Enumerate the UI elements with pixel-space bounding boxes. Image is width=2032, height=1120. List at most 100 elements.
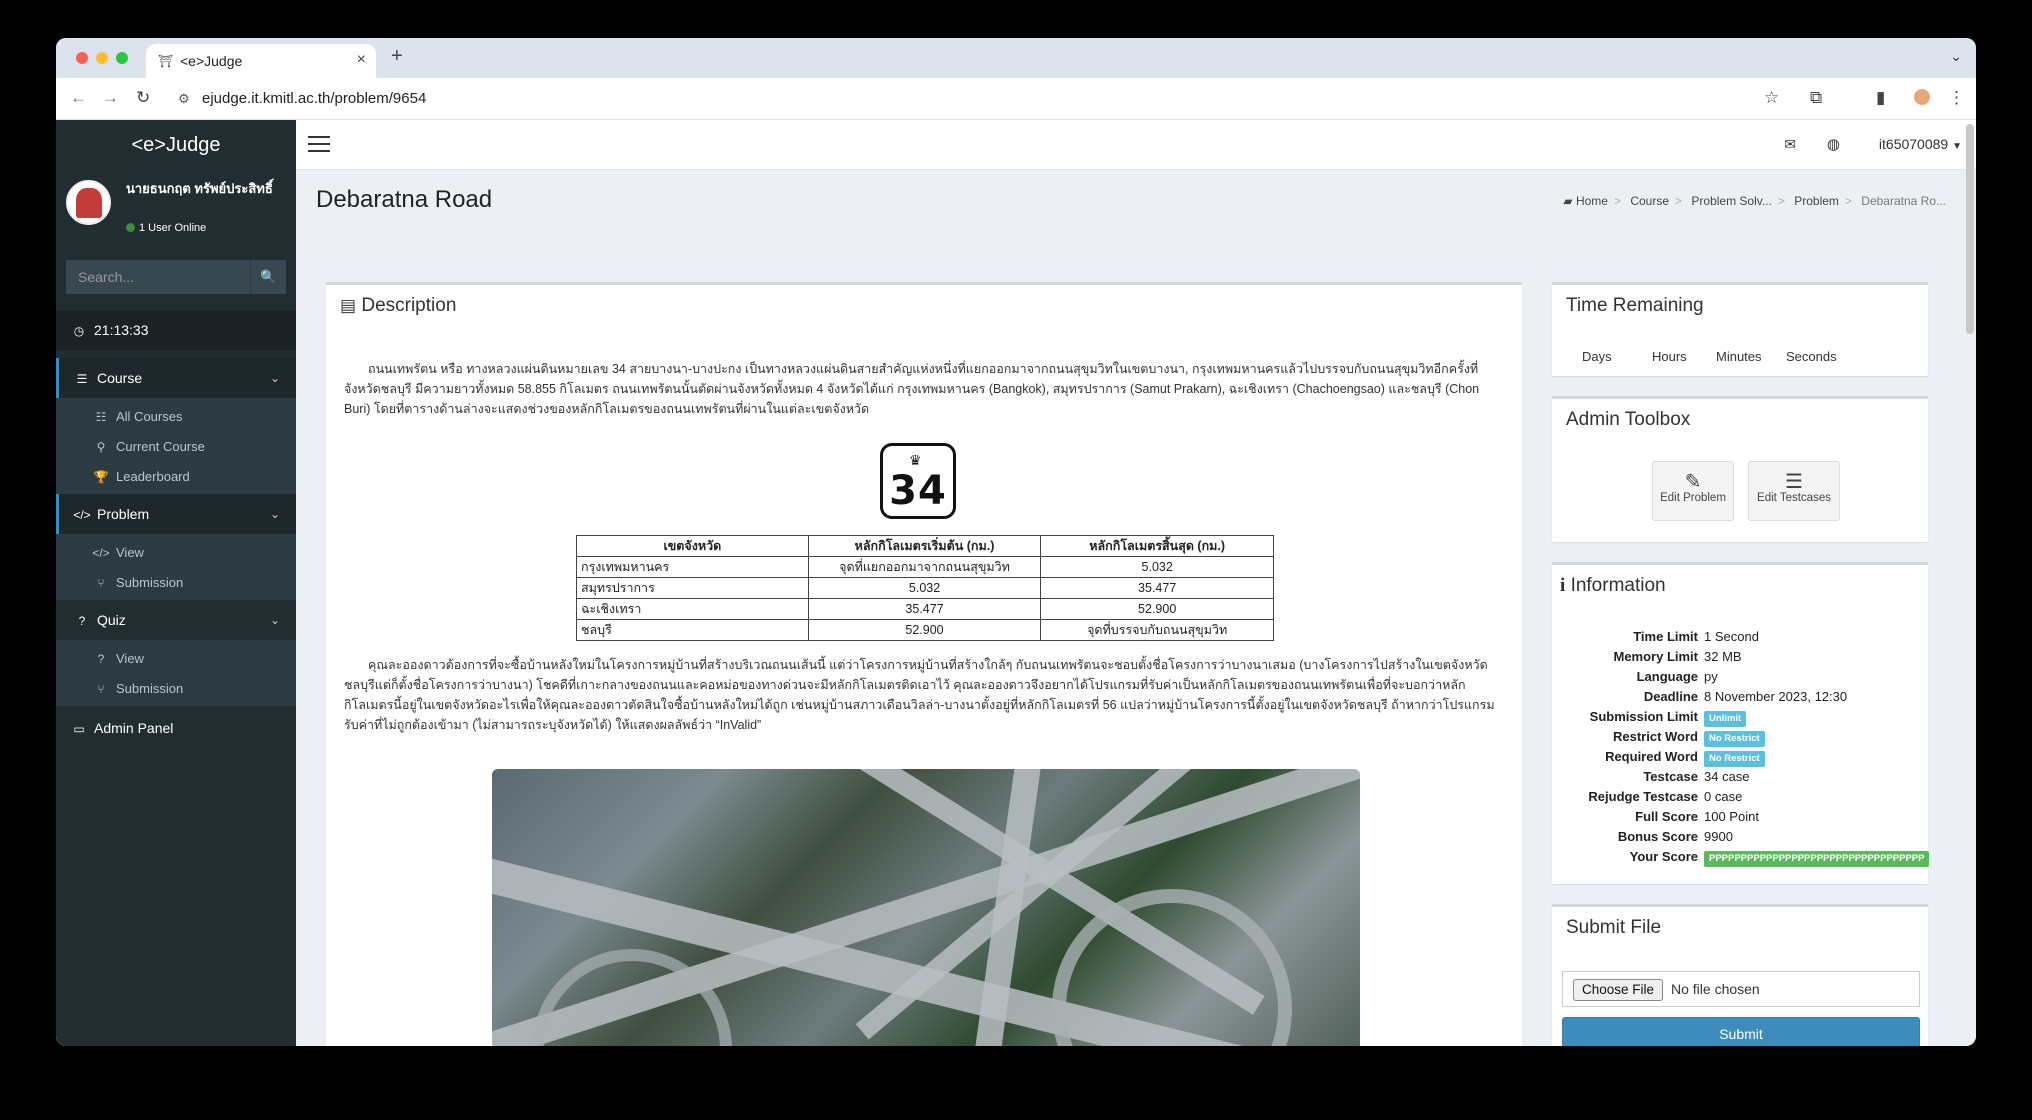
table-cell: 35.477: [1040, 577, 1274, 599]
sidebar-item-quiz-view[interactable]: ? View: [56, 644, 296, 674]
online-status: 1 User Online: [126, 222, 206, 234]
info-label: Deadline: [1643, 689, 1698, 704]
submit-file-title: Submit File: [1566, 917, 1662, 938]
sidebar-item-label: Course: [97, 370, 143, 386]
table-cell: 52.900: [807, 619, 1042, 641]
search-icon[interactable]: 🔍: [250, 260, 286, 294]
reload-icon[interactable]: ↻: [136, 88, 150, 108]
chevron-down-icon: ⌄: [269, 507, 280, 521]
extensions-icon[interactable]: ⧉: [1810, 88, 1822, 108]
submit-button[interactable]: Submit: [1562, 1017, 1920, 1046]
description-title: ▤ Description: [340, 295, 456, 317]
address-bar[interactable]: ⚙ ejudge.it.kmitl.ac.th/problem/9654: [174, 84, 1900, 114]
app-logo[interactable]: <e>Judge: [56, 120, 296, 170]
map-marker-icon: ⚲: [96, 440, 106, 454]
mail-icon[interactable]: ✉: [1784, 136, 1796, 153]
caret-down-icon: ▼: [1952, 141, 1962, 152]
status-dot-icon: [126, 223, 135, 232]
table-cell: 5.032: [1040, 556, 1274, 578]
sidebar-item-course[interactable]: ☰ Course ⌄: [56, 358, 296, 398]
admin-toolbox-title: Admin Toolbox: [1566, 409, 1691, 430]
sidebar-item-current-course[interactable]: ⚲ Current Course: [56, 432, 296, 462]
globe-icon[interactable]: ◍: [1827, 135, 1840, 153]
table-header: หลักกิโลเมตรสิ้นสุด (กม.): [1040, 535, 1274, 557]
info-value: 100 Point: [1704, 809, 1759, 824]
choose-file-button[interactable]: Choose File: [1573, 979, 1664, 1001]
table-row: สมุทรปราการ 5.032 35.477: [576, 577, 1274, 599]
sidebar-item-label: All Courses: [116, 409, 183, 424]
sidebar-item-problem-submission[interactable]: ⑂ Submission: [56, 568, 296, 598]
file-input[interactable]: Choose File No file chosen: [1562, 971, 1920, 1007]
time-remaining-box: Time Remaining Days Hours Minutes Second…: [1552, 282, 1928, 376]
user-menu[interactable]: it65070089 ▼: [1879, 136, 1962, 152]
seconds-label: Seconds: [1786, 349, 1837, 364]
breadcrumb-home[interactable]: Home: [1576, 194, 1608, 208]
forward-icon[interactable]: →: [102, 88, 119, 108]
status-badge: No Restrict: [1704, 731, 1765, 747]
sidebar-item-leaderboard[interactable]: 🏆 Leaderboard: [56, 462, 296, 492]
info-label: Bonus Score: [1617, 829, 1698, 844]
edit-problem-button[interactable]: ✎ Edit Problem: [1652, 461, 1734, 521]
sidebar-item-all-courses[interactable]: ☷ All Courses: [56, 402, 296, 432]
info-value: 1 Second: [1704, 629, 1759, 644]
breadcrumb-problem[interactable]: Problem: [1794, 194, 1839, 208]
sidebar-item-admin-panel[interactable]: ▭ Admin Panel: [56, 708, 296, 748]
url-text[interactable]: ejudge.it.kmitl.ac.th/problem/9654: [202, 90, 426, 107]
site-settings-icon[interactable]: ⚙: [178, 91, 190, 107]
sidebar-item-problem-view[interactable]: </> View: [56, 538, 296, 568]
back-icon[interactable]: ←: [70, 88, 87, 108]
file-status-text: No file chosen: [1671, 981, 1760, 997]
more-menu-icon[interactable]: ⋮: [1948, 88, 1965, 108]
page: <e>Judge นายธนกฤต ทรัพย์ประสิทธิ์ 1 User…: [56, 120, 1976, 1046]
tab-title: <e>Judge: [180, 53, 243, 69]
info-testcase: Testcase 34 case: [1552, 769, 1928, 789]
page-scrollbar[interactable]: [1966, 124, 1974, 334]
page-title: Debaratna Road: [316, 186, 493, 213]
table-cell: ชลบุรี: [576, 619, 809, 641]
score-badge: PPPPPPPPPPPPPPPPPPPPPPPPPPPPPPPPPP: [1704, 851, 1930, 867]
zoom-window-button[interactable]: [116, 52, 128, 64]
sidebar-item-problem[interactable]: </> Problem ⌄: [56, 494, 296, 534]
minimize-window-button[interactable]: [96, 52, 108, 64]
province-table: เขตจังหวัด หลักกิโลเมตรเริ่มต้น (กม.) หล…: [576, 535, 1274, 641]
sidebar-item-label: View: [116, 651, 144, 666]
close-window-button[interactable]: [76, 52, 88, 64]
bookmark-star-icon[interactable]: ☆: [1764, 88, 1779, 108]
route-number: 34: [889, 468, 947, 514]
menu-toggle-icon[interactable]: [308, 136, 330, 152]
breadcrumb-current: Debaratna Ro...: [1861, 194, 1946, 208]
breadcrumb-problem-solving[interactable]: Problem Solv...: [1691, 194, 1771, 208]
table-row: ฉะเชิงเทรา 35.477 52.900: [576, 598, 1274, 620]
search-input[interactable]: [66, 260, 248, 294]
table-cell: กรุงเทพมหานคร: [576, 556, 809, 578]
profile-avatar[interactable]: [1914, 89, 1930, 105]
info-value: 34 case: [1704, 769, 1750, 784]
highway-aerial-image: [492, 769, 1360, 1046]
sidebar-item-quiz-submission[interactable]: ⑂ Submission: [56, 674, 296, 704]
list-icon: ☰: [76, 372, 88, 386]
list-icon: ☷: [95, 410, 107, 424]
table-cell: ฉะเชิงเทรา: [576, 598, 809, 620]
user-panel: นายธนกฤต ทรัพย์ประสิทธิ์ 1 User Online: [56, 170, 296, 240]
close-icon[interactable]: ×: [357, 51, 366, 69]
description-box: ▤ Description ถนนเทพรัตน หรือ ทางหลวงแผ่…: [326, 282, 1522, 1046]
new-tab-button[interactable]: +: [391, 45, 403, 68]
sidebar-item-label: Current Course: [116, 439, 205, 454]
description-title-text: Description: [361, 295, 457, 316]
edit-testcases-button[interactable]: ☰ Edit Testcases: [1748, 461, 1840, 521]
breadcrumb: ▰ Home > Course > Problem Solv... > Problem…: [1563, 194, 1946, 208]
description-paragraph-2: คุณละอองดาวต้องการที่จะซื้อบ้านหลังใหม่ใ…: [344, 658, 1495, 732]
sidebar-search: 🔍: [66, 260, 286, 294]
list-alt-icon: ▤: [340, 296, 357, 315]
info-your-score: Your Score PPPPPPPPPPPPPPPPPPPPPPPPPPPPPP…: [1552, 849, 1930, 869]
browser-window: ⛩ <e>Judge × + ⌄ ← → ↻ ⚙ ejudge.it.kmitl…: [56, 38, 1976, 1046]
side-panel-icon[interactable]: ▮: [1876, 88, 1885, 108]
breadcrumb-course[interactable]: Course: [1630, 194, 1669, 208]
chevron-down-icon[interactable]: ⌄: [1950, 48, 1962, 65]
information-title-text: Information: [1570, 575, 1666, 596]
browser-tab[interactable]: ⛩ <e>Judge ×: [146, 44, 376, 78]
sidebar-item-quiz[interactable]: ? Quiz ⌄: [56, 600, 296, 640]
information-box: i Information Time Limit 1 Second Memory …: [1552, 562, 1930, 884]
info-label: Submission Limit: [1589, 709, 1698, 724]
edit-icon: ✎: [1684, 471, 1702, 493]
